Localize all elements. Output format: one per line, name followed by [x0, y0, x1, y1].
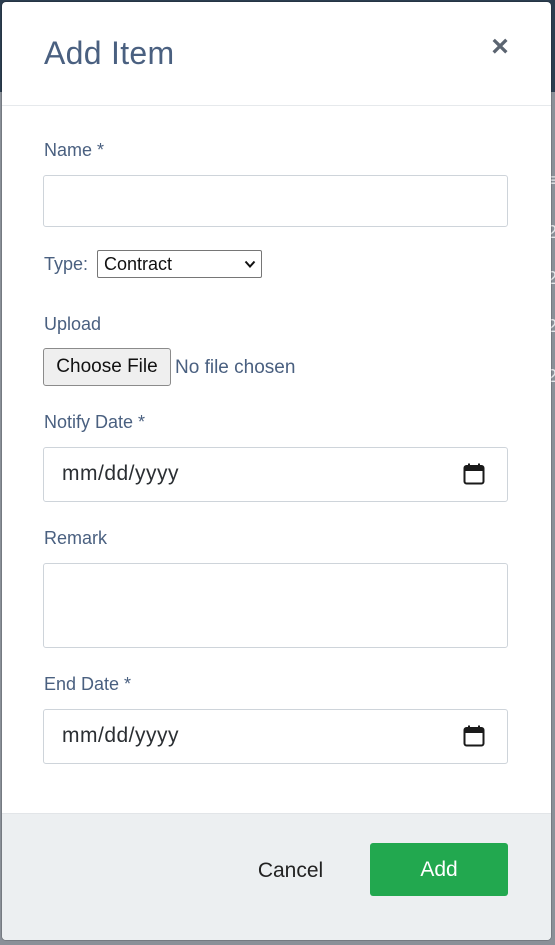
- notify-date-placeholder: mm/dd/yyyy: [62, 462, 180, 485]
- end-date-placeholder: mm/dd/yyyy: [62, 724, 180, 747]
- add-item-modal: Add Item × Name * Type: Contract Upload …: [2, 2, 551, 940]
- notify-date-label: Notify Date *: [44, 412, 146, 432]
- remark-textarea[interactable]: [43, 563, 508, 648]
- upload-label: Upload: [44, 314, 102, 334]
- end-date-input[interactable]: mm/dd/yyyy: [43, 709, 508, 764]
- name-label: Name *: [44, 140, 105, 160]
- notify-date-input[interactable]: mm/dd/yyyy: [43, 447, 508, 502]
- modal-header: Add Item ×: [2, 2, 551, 106]
- calendar-icon[interactable]: [463, 725, 485, 747]
- file-status-text: No file chosen: [175, 357, 296, 378]
- close-button[interactable]: ×: [487, 32, 513, 62]
- end-date-label: End Date *: [44, 674, 132, 694]
- modal-footer: Cancel Add: [2, 813, 551, 940]
- name-input[interactable]: [43, 175, 508, 227]
- modal-title: Add Item: [44, 35, 175, 71]
- type-select-value: Contract: [104, 254, 173, 274]
- remark-label: Remark: [44, 528, 108, 548]
- cancel-button[interactable]: Cancel: [238, 844, 343, 898]
- close-icon: ×: [491, 30, 509, 63]
- choose-file-button[interactable]: Choose File: [43, 348, 171, 386]
- add-button[interactable]: Add: [370, 843, 508, 896]
- type-select[interactable]: Contract: [97, 250, 262, 278]
- type-label: Type:: [44, 254, 89, 274]
- chevron-down-icon: [244, 260, 256, 268]
- calendar-icon[interactable]: [463, 463, 485, 485]
